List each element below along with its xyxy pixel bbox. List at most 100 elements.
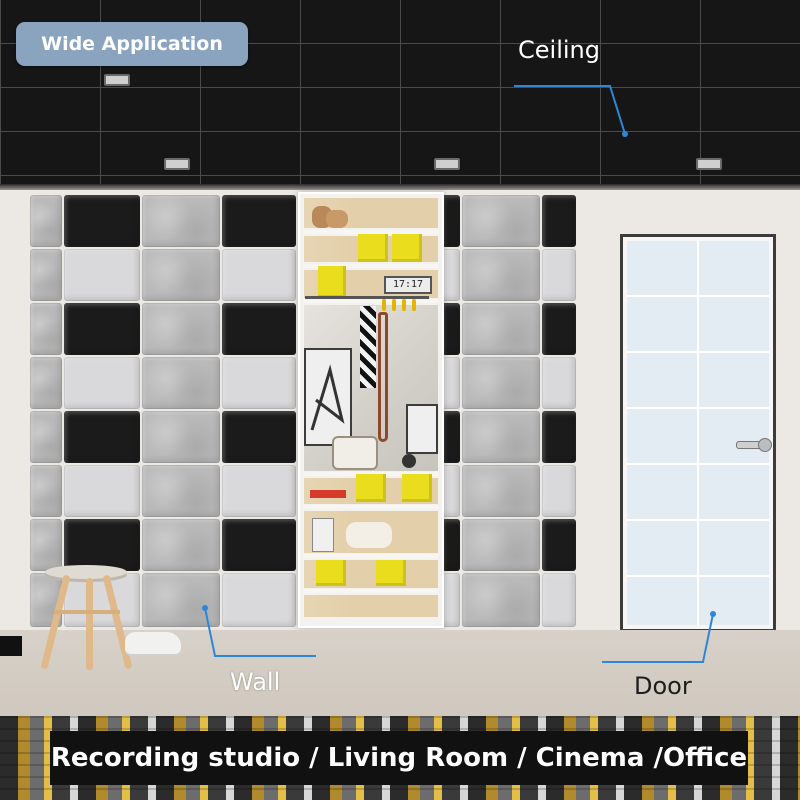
radio-icon xyxy=(332,436,378,470)
acoustic-panel xyxy=(462,195,540,247)
acoustic-panel xyxy=(542,303,576,355)
coat-rail xyxy=(305,296,429,299)
acoustic-panel xyxy=(222,195,296,247)
stool-leg xyxy=(86,578,93,670)
acoustic-panel xyxy=(30,357,62,409)
coat-hook xyxy=(412,299,416,311)
striped-scarf xyxy=(360,306,376,388)
acoustic-panel xyxy=(442,465,460,517)
yellow-storage-box xyxy=(316,560,346,586)
acoustic-panel xyxy=(222,357,296,409)
acoustic-panel xyxy=(222,411,296,463)
acoustic-panel xyxy=(142,195,220,247)
acoustic-panel xyxy=(462,357,540,409)
acoustic-panel xyxy=(542,411,576,463)
shelf-bay xyxy=(304,595,438,617)
ceiling-label: Ceiling xyxy=(518,36,600,64)
door-glass xyxy=(627,241,769,625)
acoustic-panel xyxy=(442,303,460,355)
pencil-cup xyxy=(312,518,334,552)
yellow-storage-box xyxy=(318,266,346,298)
abstract-art xyxy=(310,364,345,431)
wall-picture xyxy=(406,404,438,454)
yellow-storage-box xyxy=(358,234,388,262)
acoustic-panel xyxy=(462,249,540,301)
acoustic-panel xyxy=(64,411,140,463)
door-label: Door xyxy=(634,672,692,700)
acoustic-panel xyxy=(30,303,62,355)
yellow-storage-box xyxy=(356,474,386,502)
clock-icon: 17:17 xyxy=(384,276,432,294)
door-knob xyxy=(758,438,772,452)
acoustic-panel xyxy=(442,357,460,409)
room-scene: 17:17 Wide Application Ceiling Wall Door… xyxy=(0,0,800,800)
acoustic-panel xyxy=(64,357,140,409)
wall-picture xyxy=(304,348,352,446)
glass-door xyxy=(620,234,776,632)
acoustic-panel xyxy=(30,411,62,463)
coat-hook xyxy=(392,299,396,311)
acoustic-panel xyxy=(442,249,460,301)
acoustic-panel xyxy=(64,303,140,355)
acoustic-panel xyxy=(542,195,576,247)
coat-hook xyxy=(402,299,406,311)
shelf-board xyxy=(304,299,438,303)
acoustic-panel xyxy=(142,411,220,463)
acoustic-panel xyxy=(64,195,140,247)
yellow-storage-box xyxy=(402,474,432,502)
yellow-storage-box xyxy=(376,560,406,586)
acoustic-panel xyxy=(64,249,140,301)
wide-application-badge: Wide Application xyxy=(16,22,248,66)
acoustic-panel xyxy=(542,249,576,301)
acoustic-panel xyxy=(542,465,576,517)
acoustic-panel xyxy=(142,519,220,571)
stool-seat xyxy=(45,565,127,579)
acoustic-panel xyxy=(462,303,540,355)
acoustic-panel xyxy=(30,465,62,517)
ceiling-light-icon xyxy=(434,158,460,170)
acoustic-panel xyxy=(222,249,296,301)
acoustic-panel xyxy=(442,519,460,571)
acoustic-panel xyxy=(64,573,140,627)
ceiling-light-icon xyxy=(164,158,190,170)
acoustic-panel xyxy=(542,519,576,571)
acoustic-panel xyxy=(462,465,540,517)
acoustic-panel xyxy=(542,357,576,409)
acoustic-panel xyxy=(222,573,296,627)
acoustic-panel xyxy=(30,249,62,301)
shelf-board xyxy=(304,505,438,509)
acoustic-panel xyxy=(142,357,220,409)
acoustic-panel xyxy=(442,573,460,627)
ball xyxy=(402,454,416,468)
acoustic-panel xyxy=(142,249,220,301)
acoustic-panel xyxy=(462,519,540,571)
acoustic-panel xyxy=(462,573,540,627)
acoustic-panel xyxy=(442,195,460,247)
coat-hook xyxy=(382,299,386,311)
acoustic-panel xyxy=(142,465,220,517)
acoustic-panel xyxy=(64,465,140,517)
folded-towels xyxy=(346,522,392,548)
sneakers xyxy=(125,632,181,654)
door-handle-icon xyxy=(736,438,772,452)
acoustic-panel xyxy=(222,519,296,571)
ceiling-light-icon xyxy=(104,74,130,86)
books xyxy=(310,490,346,498)
acoustic-panel xyxy=(542,573,576,627)
acoustic-panel xyxy=(142,573,220,627)
acoustic-panel xyxy=(30,195,62,247)
acoustic-panel xyxy=(222,303,296,355)
leather-strap xyxy=(378,312,388,442)
ceiling-light-icon xyxy=(696,158,722,170)
acoustic-panel xyxy=(222,465,296,517)
yellow-storage-box xyxy=(392,234,422,262)
acoustic-panel xyxy=(442,411,460,463)
acoustic-panel xyxy=(142,303,220,355)
shelf-board xyxy=(304,554,438,558)
acoustic-panel xyxy=(30,519,62,571)
acoustic-panel xyxy=(462,411,540,463)
stool-footrest xyxy=(54,610,120,614)
plant-pot xyxy=(0,636,22,656)
wall-label: Wall xyxy=(230,668,281,696)
shelf-board xyxy=(304,589,438,593)
